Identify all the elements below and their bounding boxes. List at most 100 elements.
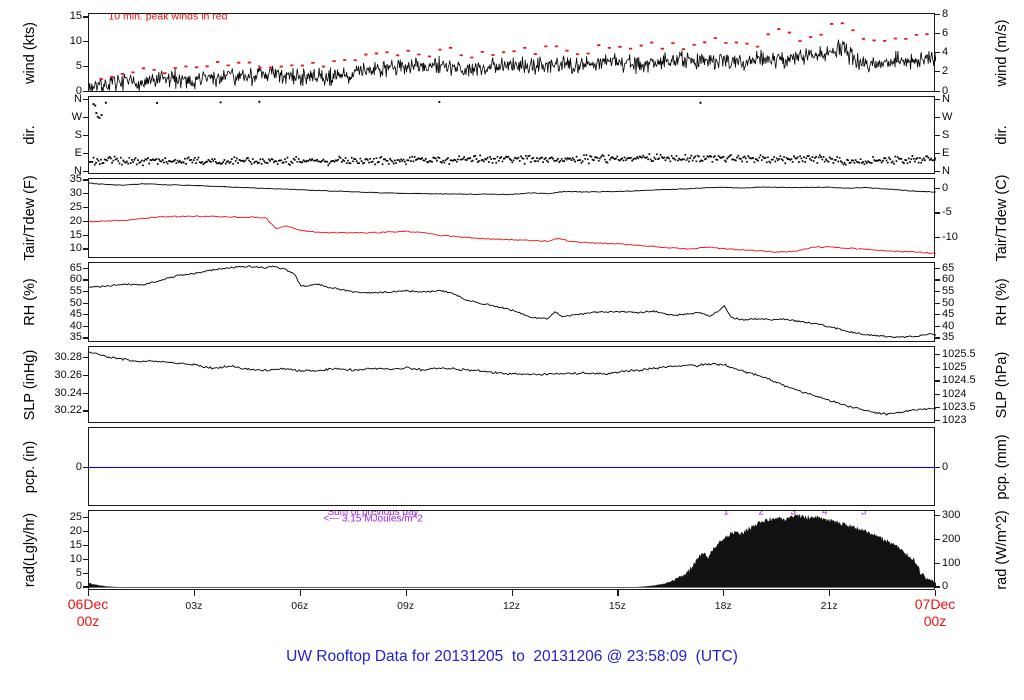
x-axis-start-date-line2: 00z	[43, 613, 133, 630]
ytick-mark-left-tair-tdew	[83, 248, 88, 249]
ytick-label-right-rh: 60	[942, 273, 992, 285]
ytick-label-left-slp: 30.26	[34, 369, 82, 381]
x-tick-label: 06z	[278, 600, 322, 612]
ytick-label-right-slp: 1023	[942, 414, 992, 426]
x-tick-mark	[723, 590, 724, 596]
ytick-mark-right-rad	[935, 515, 940, 516]
ytick-label-left-rad: 10	[34, 553, 82, 565]
slp-right-axis-title: SLP (hPa)	[994, 351, 1010, 418]
ytick-mark-left-wind	[83, 41, 88, 42]
ytick-mark-left-wind	[83, 91, 88, 92]
ytick-label-left-dir: E	[34, 147, 82, 159]
ytick-label-right-slp: 1025.5	[942, 348, 992, 360]
x-axis-end-date: 07Dec 00z	[890, 596, 980, 630]
ytick-label-left-rh: 35	[34, 331, 82, 343]
ytick-mark-right-tair-tdew	[935, 212, 940, 213]
ytick-mark-left-tair-tdew	[83, 179, 88, 180]
ytick-label-right-rad: 300	[942, 509, 992, 521]
air-temperature-line	[89, 183, 936, 195]
ytick-mark-right-wind	[935, 52, 940, 53]
ytick-label-right-rh: 55	[942, 285, 992, 297]
panel-slp	[88, 346, 935, 423]
ytick-label-right-dir: S	[942, 129, 992, 141]
x-axis-end-date-line1: 07Dec	[890, 596, 980, 613]
ytick-label-right-tair-tdew: 0	[942, 182, 992, 194]
ytick-label-left-rh: 40	[34, 320, 82, 332]
panel-tair-tdew	[88, 178, 935, 258]
ytick-label-right-wind: 8	[942, 8, 992, 20]
ytick-label-left-tair-tdew: 15	[34, 229, 82, 241]
panel-rad-annotation-2: 1	[723, 511, 729, 518]
ytick-label-left-tair-tdew: 20	[34, 215, 82, 227]
ytick-label-left-wind: 10	[34, 35, 82, 47]
x-tick-mark	[300, 590, 301, 596]
ytick-mark-right-slp	[935, 367, 940, 368]
ytick-mark-left-tair-tdew	[83, 193, 88, 194]
ytick-label-right-rh: 40	[942, 320, 992, 332]
ytick-mark-right-slp	[935, 420, 940, 421]
ytick-mark-right-dir	[935, 117, 940, 118]
ytick-label-right-dir: N	[942, 93, 992, 105]
panel-wind-plot: 10 min. peak winds in red	[89, 14, 936, 93]
ytick-mark-right-dir	[935, 135, 940, 136]
ytick-label-left-pcp: 0	[34, 461, 82, 473]
ytick-mark-left-rh	[83, 279, 88, 280]
tair-tdew-left-axis-title: Tair/Tdew (F)	[22, 175, 38, 260]
ytick-mark-left-tair-tdew	[83, 207, 88, 208]
ytick-mark-left-rh	[83, 337, 88, 338]
x-tick-label: 21z	[807, 600, 851, 612]
x-tick-label: 18z	[701, 600, 745, 612]
ytick-label-left-rad: 20	[34, 525, 82, 537]
ytick-label-left-rh: 45	[34, 308, 82, 320]
relative-humidity-line	[89, 266, 936, 338]
ytick-label-right-rad: 0	[942, 580, 992, 592]
ytick-label-right-slp: 1024	[942, 388, 992, 400]
ytick-label-right-rh: 65	[942, 262, 992, 274]
panel-rad-annotation-3: 2	[759, 511, 765, 518]
ytick-label-left-rad: 0	[34, 580, 82, 592]
panel-rh-plot	[89, 263, 936, 343]
wind-right-axis-title: wind (m/s)	[994, 19, 1010, 86]
ytick-label-left-rh: 50	[34, 297, 82, 309]
ytick-mark-left-rh	[83, 314, 88, 315]
pcp-right-axis-title: pcp. (mm)	[994, 434, 1010, 499]
ytick-mark-left-dir	[83, 135, 88, 136]
ytick-label-left-rad: 15	[34, 539, 82, 551]
ytick-mark-right-wind	[935, 91, 940, 92]
ytick-mark-left-pcp	[83, 467, 88, 468]
ytick-label-left-dir: N	[34, 93, 82, 105]
ytick-label-right-tair-tdew: -10	[942, 231, 992, 243]
ytick-mark-left-rh	[83, 291, 88, 292]
ytick-label-right-rad: 200	[942, 533, 992, 545]
ytick-mark-right-wind	[935, 14, 940, 15]
ytick-mark-left-dir	[83, 117, 88, 118]
x-axis-start-date: 06Dec 00z	[43, 596, 133, 630]
rad-right-axis-title: rad (W/m^2)	[994, 510, 1010, 589]
ytick-mark-left-dir	[83, 171, 88, 172]
ytick-label-left-rh: 55	[34, 285, 82, 297]
ytick-mark-right-slp	[935, 380, 940, 381]
ytick-mark-left-wind	[83, 16, 88, 17]
slp-left-axis-title: SLP (inHg)	[22, 349, 38, 420]
ytick-label-right-wind: 6	[942, 27, 992, 39]
ytick-mark-left-rad	[83, 531, 88, 532]
ytick-mark-right-slp	[935, 407, 940, 408]
ytick-mark-left-slp	[83, 393, 88, 394]
direction-outliers-scatter	[93, 101, 702, 119]
panel-rad: Sum of previous day<--- 3.15 MJoules/m^2…	[88, 510, 935, 590]
ytick-mark-right-rh	[935, 303, 940, 304]
dir-right-axis-title: dir.	[994, 125, 1010, 144]
ytick-mark-right-dir	[935, 171, 940, 172]
ytick-label-left-tair-tdew: 10	[34, 242, 82, 254]
solar-radiation-area	[89, 514, 936, 587]
figure-title: UW Rooftop Data for 20131205 to 20131206…	[0, 648, 1024, 666]
wind-direction-scatter	[89, 153, 936, 166]
ytick-mark-right-rad	[935, 539, 940, 540]
ytick-label-left-tair-tdew: 30	[34, 187, 82, 199]
ytick-mark-left-wind	[83, 66, 88, 67]
x-tick-mark	[935, 590, 936, 596]
panel-rad-annotation-5: 4	[822, 511, 828, 518]
x-tick-label: 03z	[172, 600, 216, 612]
ytick-label-left-rad: 25	[34, 511, 82, 523]
ytick-mark-left-rad	[83, 559, 88, 560]
